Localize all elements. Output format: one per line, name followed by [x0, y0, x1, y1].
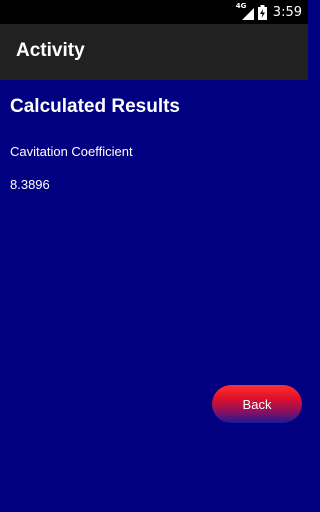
- clock: 3:59: [272, 4, 302, 20]
- battery-charging-icon: [257, 4, 267, 20]
- signal-icon: [241, 8, 254, 20]
- result-value: 8.3896: [10, 177, 50, 192]
- result-label: Cavitation Coefficient: [10, 144, 133, 159]
- back-button-label: Back: [242, 396, 272, 412]
- action-bar-title: Activity: [16, 40, 85, 61]
- page-title: Calculated Results: [10, 96, 180, 117]
- main-content: Calculated Results Cavitation Coefficien…: [0, 80, 308, 512]
- status-bar: 4G 3:59: [0, 0, 308, 24]
- action-bar: Activity: [0, 24, 308, 80]
- status-icons: 4G 3:59: [236, 0, 302, 24]
- signal-indicator: 4G: [236, 2, 254, 20]
- back-button[interactable]: Back: [212, 385, 302, 423]
